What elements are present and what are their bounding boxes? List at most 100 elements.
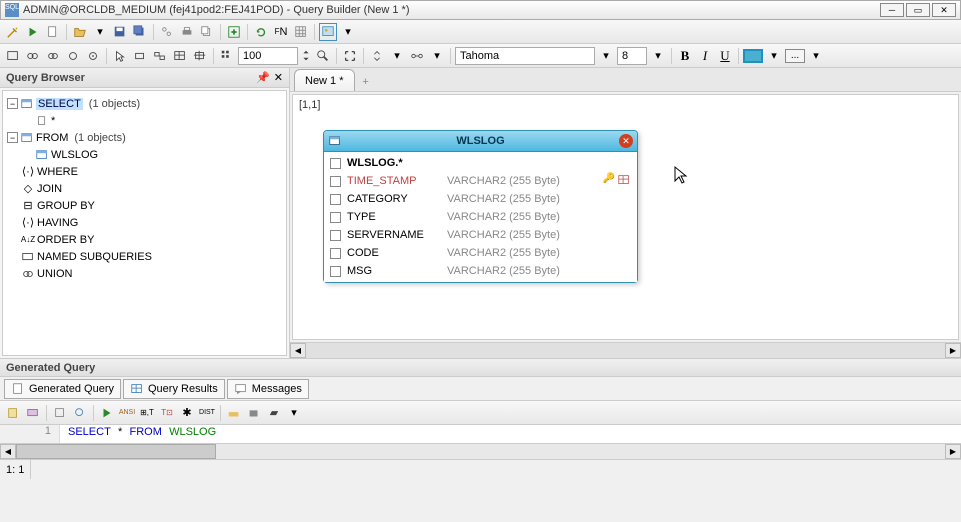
tree-select-node[interactable]: − SELECT (1 objects) bbox=[7, 95, 282, 112]
bold-button[interactable]: B bbox=[676, 47, 694, 65]
grid-small-icon[interactable] bbox=[218, 47, 236, 65]
more-button[interactable]: ... bbox=[785, 49, 805, 63]
scroll-right-button[interactable]: ▶ bbox=[945, 343, 961, 358]
plus-icon[interactable] bbox=[225, 23, 243, 41]
wand-icon[interactable] bbox=[4, 23, 22, 41]
dropdown-icon[interactable]: ▾ bbox=[807, 47, 825, 65]
tab-generated-query[interactable]: Generated Query bbox=[4, 379, 121, 399]
grid-icon[interactable] bbox=[292, 23, 310, 41]
dropdown-icon[interactable]: ▾ bbox=[388, 47, 406, 65]
sql-btn5[interactable] bbox=[225, 404, 243, 422]
collapse-icon[interactable]: − bbox=[7, 98, 18, 109]
dropdown-icon[interactable]: ▾ bbox=[91, 23, 109, 41]
sql-text[interactable]: SELECT * FROM WLSLOG bbox=[60, 425, 961, 443]
close-panel-icon[interactable]: ✕ bbox=[274, 71, 283, 84]
grid2-icon[interactable] bbox=[171, 47, 189, 65]
tree-subqueries-node[interactable]: NAMED SUBQUERIES bbox=[7, 248, 282, 265]
tree-where-node[interactable]: ⟨·⟩ WHERE bbox=[7, 163, 282, 180]
scroll-right-button[interactable]: ▶ bbox=[945, 444, 961, 459]
spinner-icon[interactable] bbox=[300, 47, 312, 65]
cursor-icon[interactable] bbox=[111, 47, 129, 65]
dropdown-icon[interactable]: ▾ bbox=[339, 23, 357, 41]
table-close-button[interactable]: ✕ bbox=[619, 134, 633, 148]
tree-groupby-node[interactable]: ⊟ GROUP BY bbox=[7, 197, 282, 214]
sql-btn3[interactable] bbox=[51, 404, 69, 422]
chain-icon[interactable] bbox=[158, 23, 176, 41]
ring-icon[interactable] bbox=[64, 47, 82, 65]
text-fn-icon[interactable]: FN bbox=[272, 23, 290, 41]
close-button[interactable]: ✕ bbox=[932, 3, 956, 17]
target-icon[interactable] bbox=[191, 47, 209, 65]
new-icon[interactable] bbox=[44, 23, 62, 41]
rings-icon[interactable] bbox=[24, 47, 42, 65]
table-wlslog-window[interactable]: WLSLOG ✕ WLSLOG.*TIME_STAMPVARCHAR2 (255… bbox=[323, 130, 638, 283]
sql-editor[interactable]: 1 SELECT * FROM WLSLOG bbox=[0, 425, 961, 443]
updown-icon[interactable] bbox=[368, 47, 386, 65]
query-canvas[interactable]: [1,1] WLSLOG ✕ WLSLOG.*TIME_STAMPVARCHAR… bbox=[292, 94, 959, 340]
font-size-input[interactable] bbox=[617, 47, 647, 65]
table-window-header[interactable]: WLSLOG ✕ bbox=[324, 131, 637, 151]
fit-icon[interactable] bbox=[341, 47, 359, 65]
print-icon[interactable] bbox=[178, 23, 196, 41]
shape2-icon[interactable] bbox=[151, 47, 169, 65]
minimize-button[interactable]: ─ bbox=[880, 3, 904, 17]
dropdown-icon[interactable]: ▾ bbox=[428, 47, 446, 65]
underline-button[interactable]: U bbox=[716, 47, 734, 65]
dropdown-icon[interactable]: ▾ bbox=[765, 47, 783, 65]
add-tab-button[interactable]: + bbox=[357, 73, 375, 91]
sql-run-icon[interactable] bbox=[98, 404, 116, 422]
table-column-row[interactable]: TYPEVARCHAR2 (255 Byte) bbox=[326, 208, 635, 226]
tab-new1[interactable]: New 1 * bbox=[294, 69, 355, 91]
table-column-row[interactable]: TIME_STAMPVARCHAR2 (255 Byte)🔑 bbox=[326, 172, 635, 190]
table-column-row[interactable]: CATEGORYVARCHAR2 (255 Byte) bbox=[326, 190, 635, 208]
sql-abc-icon[interactable]: ANSI bbox=[118, 404, 136, 422]
table-column-row[interactable]: WLSLOG.* bbox=[326, 154, 635, 172]
copy-icon[interactable] bbox=[198, 23, 216, 41]
tree-star-node[interactable]: * bbox=[7, 112, 282, 129]
tree-wlslog-node[interactable]: WLSLOG bbox=[7, 146, 282, 163]
picture-icon[interactable] bbox=[319, 23, 337, 41]
align-icon[interactable] bbox=[4, 47, 22, 65]
dropdown-icon[interactable]: ▾ bbox=[597, 47, 615, 65]
ring2-icon[interactable] bbox=[84, 47, 102, 65]
open-icon[interactable] bbox=[71, 23, 89, 41]
table-column-row[interactable]: MSGVARCHAR2 (255 Byte) bbox=[326, 262, 635, 280]
table-column-row[interactable]: SERVERNAMEVARCHAR2 (255 Byte) bbox=[326, 226, 635, 244]
scroll-thumb[interactable] bbox=[16, 444, 216, 459]
tree-union-node[interactable]: UNION bbox=[7, 265, 282, 282]
collapse-icon[interactable]: − bbox=[7, 132, 18, 143]
sql-btn4[interactable] bbox=[71, 404, 89, 422]
shape1-icon[interactable] bbox=[131, 47, 149, 65]
dropdown-icon[interactable]: ▾ bbox=[285, 404, 303, 422]
save-icon[interactable] bbox=[111, 23, 129, 41]
refresh-icon[interactable] bbox=[252, 23, 270, 41]
rings2-icon[interactable] bbox=[44, 47, 62, 65]
zoom-input[interactable] bbox=[238, 47, 298, 65]
scroll-left-button[interactable]: ◀ bbox=[290, 343, 306, 358]
sql-btn1[interactable] bbox=[4, 404, 22, 422]
tab-query-results[interactable]: Query Results bbox=[123, 379, 225, 399]
row-checkbox[interactable] bbox=[330, 194, 341, 205]
tree-having-node[interactable]: ⟨·⟩ HAVING bbox=[7, 214, 282, 231]
sql-cloud-icon[interactable]: ▰ bbox=[265, 404, 283, 422]
row-checkbox[interactable] bbox=[330, 248, 341, 259]
italic-button[interactable]: I bbox=[696, 47, 714, 65]
restore-button[interactable]: ▭ bbox=[906, 3, 930, 17]
row-checkbox[interactable] bbox=[330, 176, 341, 187]
dropdown-icon[interactable]: ▾ bbox=[649, 47, 667, 65]
sql-t2-icon[interactable]: T⊡ bbox=[158, 404, 176, 422]
row-checkbox[interactable] bbox=[330, 212, 341, 223]
row-checkbox[interactable] bbox=[330, 230, 341, 241]
grid-tiny-icon[interactable] bbox=[617, 173, 631, 190]
color-swatch[interactable] bbox=[743, 49, 763, 63]
tree-orderby-node[interactable]: A↓Z ORDER BY bbox=[7, 231, 282, 248]
sql-snow-icon[interactable]: ✱ bbox=[178, 404, 196, 422]
zoom-icon[interactable] bbox=[314, 47, 332, 65]
pin-icon[interactable]: 📌 bbox=[256, 71, 270, 84]
row-checkbox[interactable] bbox=[330, 266, 341, 277]
sql-btn2[interactable] bbox=[24, 404, 42, 422]
tab-messages[interactable]: Messages bbox=[227, 379, 309, 399]
sql-t-icon[interactable]: ⊞,T bbox=[138, 404, 156, 422]
run-icon[interactable] bbox=[24, 23, 42, 41]
sql-btn6[interactable] bbox=[245, 404, 263, 422]
